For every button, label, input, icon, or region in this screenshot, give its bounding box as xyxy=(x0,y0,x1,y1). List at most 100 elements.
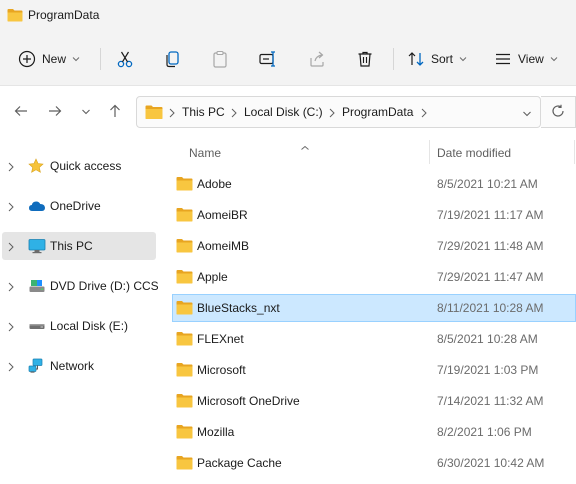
sidebar-item-dvd-drive[interactable]: DVD Drive (D:) CCSA xyxy=(2,272,167,300)
arrow-left-icon xyxy=(13,103,29,122)
folder-icon xyxy=(7,8,23,25)
chevron-down-icon xyxy=(459,56,467,62)
view-label: View xyxy=(518,52,544,66)
chevron-right-icon xyxy=(421,107,427,121)
folder-icon xyxy=(176,269,193,287)
up-button[interactable] xyxy=(103,100,127,124)
folder-icon xyxy=(176,331,193,349)
breadcrumb-programdata[interactable]: ProgramData xyxy=(342,105,413,119)
column-divider[interactable] xyxy=(574,140,575,164)
sort-button[interactable]: Sort xyxy=(407,44,467,74)
paste-button[interactable] xyxy=(210,44,230,74)
file-name: Microsoft OneDrive xyxy=(197,394,300,408)
cloud-icon xyxy=(28,198,46,217)
copy-icon xyxy=(163,49,183,69)
file-name: Adobe xyxy=(197,177,232,191)
file-row[interactable]: Microsoft 7/19/2021 1:03 PM xyxy=(172,356,576,384)
view-button[interactable]: View xyxy=(494,44,558,74)
folder-icon xyxy=(176,455,193,473)
address-dropdown-button[interactable] xyxy=(522,107,532,121)
monitor-icon xyxy=(28,238,46,257)
chevron-right-icon[interactable] xyxy=(8,281,14,295)
chevron-right-icon[interactable] xyxy=(8,241,14,255)
window-title: ProgramData xyxy=(28,8,100,22)
refresh-icon xyxy=(551,104,565,121)
column-header-name[interactable]: Name xyxy=(189,146,221,160)
file-date-modified: 8/2/2021 1:06 PM xyxy=(437,425,532,439)
chevron-right-icon[interactable] xyxy=(8,201,14,215)
sidebar-item-label: Quick access xyxy=(50,159,122,173)
disk-drive-icon xyxy=(28,318,46,337)
copy-button[interactable] xyxy=(163,44,183,74)
refresh-button[interactable] xyxy=(541,96,576,128)
recent-locations-button[interactable] xyxy=(74,100,98,124)
clipboard-icon xyxy=(210,49,230,69)
new-label: New xyxy=(42,52,67,66)
file-row[interactable]: Apple 7/29/2021 11:47 AM xyxy=(172,263,576,291)
file-name: Apple xyxy=(197,270,228,284)
file-name: Microsoft xyxy=(197,363,246,377)
chevron-down-icon xyxy=(550,56,558,62)
sidebar-item-this-pc[interactable]: This PC xyxy=(2,232,156,260)
file-row[interactable]: AomeiMB 7/29/2021 11:48 AM xyxy=(172,232,576,260)
file-list: Name Date modified Adobe 8/5/2021 10:21 … xyxy=(158,138,576,484)
file-date-modified: 8/11/2021 10:28 AM xyxy=(437,301,544,315)
rename-button[interactable] xyxy=(258,44,278,74)
chevron-right-icon[interactable] xyxy=(8,321,14,335)
delete-button[interactable] xyxy=(355,44,375,74)
breadcrumb-this-pc[interactable]: This PC xyxy=(182,105,225,119)
back-button[interactable] xyxy=(9,100,33,124)
sidebar-item-network[interactable]: Network xyxy=(2,352,156,380)
sidebar-item-onedrive[interactable]: OneDrive xyxy=(2,192,156,220)
column-divider[interactable] xyxy=(429,140,430,164)
chevron-down-icon xyxy=(81,105,91,119)
forward-button[interactable] xyxy=(43,100,67,124)
toolbar-divider xyxy=(393,48,394,70)
file-date-modified: 7/29/2021 11:48 AM xyxy=(437,239,544,253)
file-date-modified: 6/30/2021 10:42 AM xyxy=(437,456,545,470)
file-row[interactable]: AomeiBR 7/19/2021 11:17 AM xyxy=(172,201,576,229)
file-row[interactable]: FLEXnet 8/5/2021 10:28 AM xyxy=(172,325,576,353)
sidebar-item-label: Network xyxy=(50,359,95,373)
folder-icon xyxy=(145,104,163,123)
chevron-right-icon[interactable] xyxy=(8,361,14,375)
navigation-pane: Quick access OneDrive This PC DVD Drive … xyxy=(0,138,167,484)
network-icon xyxy=(28,358,46,377)
title-bar: ProgramData xyxy=(0,0,576,32)
share-button[interactable] xyxy=(307,44,327,74)
new-button[interactable]: New xyxy=(18,44,80,74)
chevron-right-icon[interactable] xyxy=(8,161,14,175)
file-name: BlueStacks_nxt xyxy=(197,301,280,315)
file-name: AomeiBR xyxy=(197,208,248,222)
sidebar-item-label: DVD Drive (D:) CCSA xyxy=(50,279,167,293)
cut-button[interactable] xyxy=(115,44,135,74)
folder-icon xyxy=(176,424,193,442)
chevron-down-icon xyxy=(72,56,80,62)
file-row[interactable]: Package Cache 6/30/2021 10:42 AM xyxy=(172,449,576,477)
file-date-modified: 8/5/2021 10:28 AM xyxy=(437,332,538,346)
column-header-row: Name Date modified xyxy=(158,138,576,166)
folder-icon xyxy=(176,207,193,225)
sidebar-item-local-disk-e[interactable]: Local Disk (E:) xyxy=(2,312,156,340)
star-icon xyxy=(28,158,44,177)
file-row[interactable]: Mozilla 8/2/2021 1:06 PM xyxy=(172,418,576,446)
file-row[interactable]: Microsoft OneDrive 7/14/2021 11:32 AM xyxy=(172,387,576,415)
file-row-selected[interactable]: BlueStacks_nxt 8/11/2021 10:28 AM xyxy=(172,294,576,322)
file-date-modified: 7/19/2021 1:03 PM xyxy=(437,363,539,377)
file-name: AomeiMB xyxy=(197,239,250,253)
chevron-right-icon xyxy=(329,107,335,121)
chevron-right-icon xyxy=(169,107,175,121)
sidebar-item-quick-access[interactable]: Quick access xyxy=(2,152,156,180)
scissors-icon xyxy=(115,49,135,69)
toolbar-divider xyxy=(100,48,101,70)
file-row[interactable]: Adobe 8/5/2021 10:21 AM xyxy=(172,170,576,198)
sort-arrows-icon xyxy=(407,50,425,68)
address-bar[interactable]: This PC Local Disk (C:) ProgramData xyxy=(136,96,541,128)
breadcrumb-local-disk-c[interactable]: Local Disk (C:) xyxy=(244,105,323,119)
chevron-right-icon xyxy=(231,107,237,121)
column-header-date-modified[interactable]: Date modified xyxy=(437,146,511,160)
sidebar-item-label: Local Disk (E:) xyxy=(50,319,129,333)
sidebar-item-label: OneDrive xyxy=(50,199,101,213)
folder-icon xyxy=(176,362,193,380)
file-name: Package Cache xyxy=(197,456,282,470)
